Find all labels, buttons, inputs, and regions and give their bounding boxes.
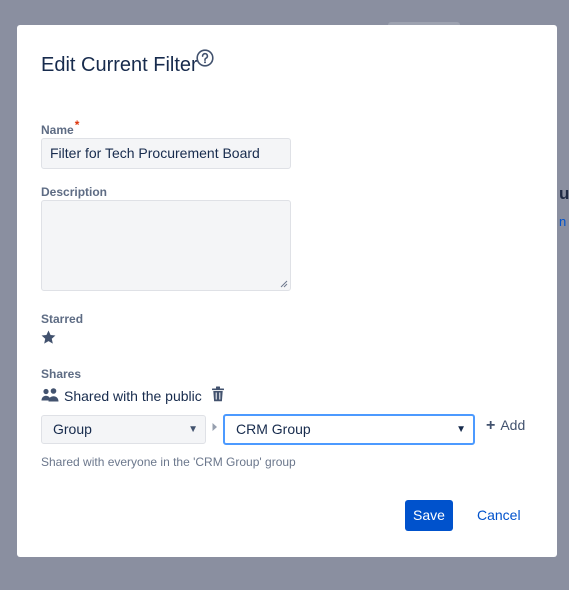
resize-grip-icon[interactable]	[280, 280, 288, 288]
help-icon[interactable]	[196, 49, 214, 67]
share-type-select[interactable]: Group ▼	[41, 415, 206, 444]
people-icon	[41, 388, 59, 402]
trash-icon[interactable]	[211, 386, 225, 402]
add-label: Add	[500, 417, 526, 433]
chevron-right-icon	[212, 423, 217, 431]
description-label: Description	[41, 185, 108, 199]
caret-down-icon: ▼	[456, 424, 466, 435]
plus-icon: +	[486, 417, 496, 434]
group-select[interactable]: CRM Group ▼	[223, 414, 475, 445]
share-hint-text: Shared with everyone in the 'CRM Group' …	[41, 455, 296, 469]
starred-label: Starred	[41, 312, 84, 326]
background-link-fragment: n	[559, 214, 567, 229]
required-marker: *	[74, 118, 80, 132]
description-textarea[interactable]	[41, 200, 291, 291]
name-label: Name*	[41, 118, 79, 137]
share-type-value: Group	[53, 421, 92, 437]
cancel-button[interactable]: Cancel	[477, 500, 521, 531]
edit-filter-dialog: Edit Current Filter Name* Filter for Tec…	[17, 25, 557, 557]
save-button[interactable]: Save	[405, 500, 453, 531]
shared-with-text: Shared with the public	[64, 388, 202, 404]
group-select-value: CRM Group	[236, 421, 311, 437]
add-share-button[interactable]: + Add	[486, 417, 525, 435]
shares-label: Shares	[41, 367, 82, 381]
name-input[interactable]: Filter for Tech Procurement Board	[41, 138, 291, 169]
caret-down-icon: ▼	[188, 424, 198, 435]
name-label-text: Name	[41, 123, 74, 137]
star-icon[interactable]	[40, 329, 57, 346]
background-heading-fragment: u	[559, 184, 569, 203]
dialog-title: Edit Current Filter	[41, 54, 198, 76]
